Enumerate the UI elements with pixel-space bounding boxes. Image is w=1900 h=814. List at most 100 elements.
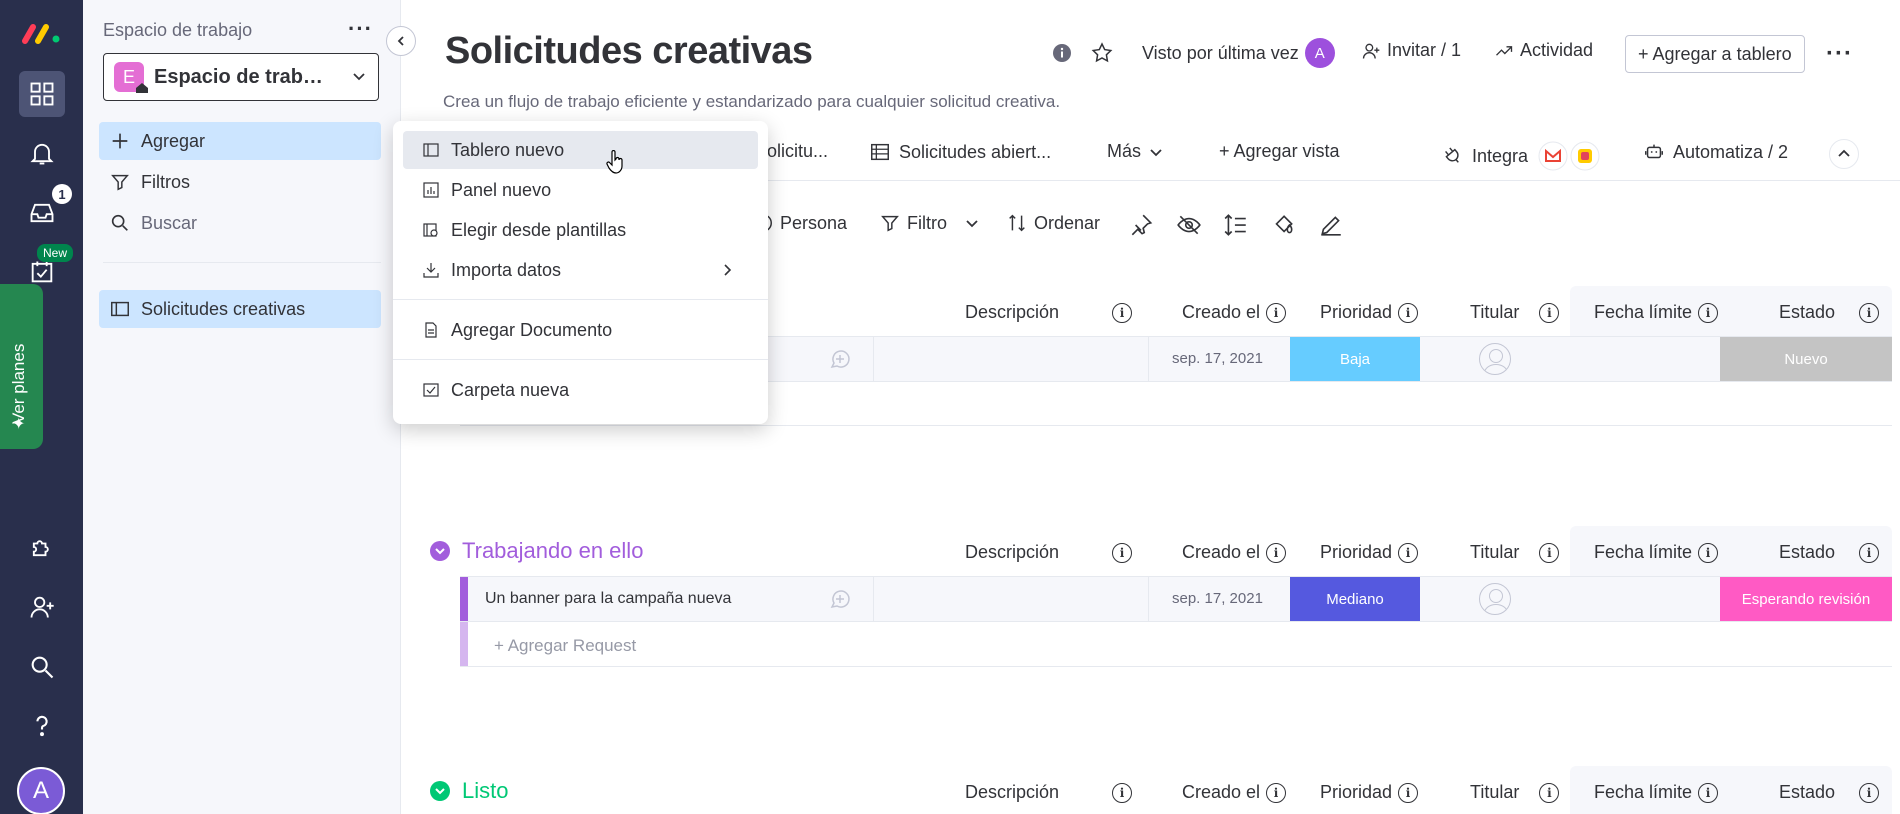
column-due[interactable]: Fecha límite i	[1594, 782, 1719, 803]
column-owner[interactable]: Titular i	[1470, 782, 1560, 803]
group-title-working[interactable]: Trabajando en ello	[430, 538, 643, 564]
import-icon	[423, 263, 439, 278]
column-created[interactable]: Creado el i	[1182, 302, 1287, 323]
filter-icon	[881, 215, 899, 232]
chevron-down-icon	[353, 73, 365, 81]
filter-button[interactable]: Filtro	[879, 212, 979, 234]
favorite-star-icon[interactable]	[1090, 41, 1114, 65]
help-icon[interactable]	[19, 703, 65, 749]
edit-pen-icon[interactable]	[1318, 212, 1344, 238]
filters-label: Filtros	[141, 171, 190, 192]
invite-members-icon[interactable]	[19, 584, 65, 630]
chevron-left-icon	[397, 36, 404, 46]
see-plans-tab[interactable]: Ver planes ✦	[0, 284, 43, 449]
sidebar-item-board[interactable]: Solicitudes creativas	[99, 290, 381, 328]
menu-item-templates[interactable]: Elegir desde plantillas	[403, 211, 758, 249]
activity-button[interactable]: Actividad	[1494, 40, 1593, 61]
status-label[interactable]: Nuevo	[1720, 337, 1892, 381]
column-created[interactable]: Creado el i	[1182, 542, 1287, 563]
collapse-group-icon[interactable]	[430, 541, 450, 561]
column-created[interactable]: Creado el i	[1182, 782, 1287, 803]
add-update-icon[interactable]	[828, 587, 852, 611]
add-to-board-button[interactable]: + Agregar a tablero	[1625, 35, 1805, 73]
column-description[interactable]: Descripción	[965, 542, 1059, 563]
menu-item-new-folder[interactable]: Carpeta nueva	[403, 371, 758, 409]
menu-item-new-board[interactable]: Tablero nuevo	[403, 131, 758, 169]
see-plans-label: Ver planes	[9, 343, 28, 424]
group-title-done[interactable]: Listo	[430, 778, 508, 804]
status-label[interactable]: Esperando revisión	[1720, 577, 1892, 621]
integrate-label: Integra	[1472, 145, 1529, 166]
notifications-bell-icon[interactable]	[19, 130, 65, 176]
pin-icon[interactable]	[1128, 212, 1154, 238]
description-info-icon[interactable]: i	[1112, 543, 1132, 563]
chevron-up-icon	[1838, 149, 1850, 157]
add-view-button[interactable]: + Agregar vista	[1219, 141, 1340, 162]
owner-avatar-placeholder[interactable]	[1479, 583, 1511, 615]
sort-button[interactable]: Ordenar	[1006, 212, 1100, 234]
search-icon	[111, 214, 128, 231]
board-title[interactable]: Solicitudes creativas	[445, 30, 813, 73]
column-priority[interactable]: Prioridad i	[1320, 782, 1419, 803]
apps-puzzle-icon[interactable]	[19, 524, 65, 570]
folder-icon	[423, 383, 439, 397]
group-title-label: Trabajando en ello	[462, 538, 644, 563]
column-status[interactable]: Estado i	[1779, 782, 1880, 803]
column-owner[interactable]: Titular i	[1470, 542, 1560, 563]
tab-view-1[interactable]: olicitu...	[767, 141, 828, 162]
workspace-more-icon[interactable]: ···	[348, 16, 373, 42]
column-status[interactable]: Estado i	[1779, 542, 1880, 563]
last-seen-button[interactable]: Visto por última vez A	[1142, 38, 1335, 68]
table-icon	[871, 143, 889, 161]
priority-label[interactable]: Baja	[1290, 337, 1420, 381]
menu-item-new-dashboard[interactable]: Panel nuevo	[403, 171, 758, 209]
hide-eye-icon[interactable]	[1176, 212, 1202, 238]
add-item-button[interactable]: + Agregar Request	[494, 636, 636, 656]
description-info-icon[interactable]: i	[1112, 783, 1132, 803]
collapse-sidebar-button[interactable]	[386, 26, 416, 56]
column-due[interactable]: Fecha límite i	[1594, 542, 1719, 563]
column-description[interactable]: Descripción	[965, 302, 1059, 323]
monday-logo-icon[interactable]	[21, 21, 63, 45]
board-more-icon[interactable]: ···	[1826, 40, 1853, 68]
menu-item-import-data[interactable]: Importa datos	[403, 251, 758, 289]
item-name[interactable]: Un banner para la campaña nueva	[485, 590, 731, 608]
collapse-header-button[interactable]	[1829, 139, 1859, 169]
search-field[interactable]: Buscar	[99, 204, 381, 242]
plug-icon	[1445, 147, 1459, 163]
integrate-button[interactable]: Integra	[1442, 141, 1600, 171]
workspace-selector[interactable]: E Espacio de trab…	[103, 53, 379, 101]
menu-item-add-document[interactable]: Agregar Documento	[403, 311, 758, 349]
column-status[interactable]: Estado i	[1779, 302, 1880, 323]
add-button[interactable]: Agregar	[99, 122, 381, 160]
collapse-group-icon[interactable]	[430, 781, 450, 801]
board-info-icon[interactable]	[1052, 43, 1072, 63]
color-fill-icon[interactable]	[1270, 212, 1296, 238]
workspaces-icon[interactable]	[19, 71, 65, 117]
row-height-icon[interactable]	[1223, 212, 1249, 238]
column-owner[interactable]: Titular i	[1470, 302, 1560, 323]
plus-icon	[112, 133, 128, 149]
more-views-dropdown[interactable]: Más	[1107, 141, 1163, 162]
user-avatar[interactable]: A	[17, 767, 65, 814]
search-icon[interactable]	[19, 644, 65, 690]
automate-button[interactable]: Automatiza / 2	[1643, 141, 1788, 163]
invite-button[interactable]: Invitar / 1	[1361, 40, 1461, 61]
description-info-icon[interactable]: i	[1112, 303, 1132, 323]
group-color-bar	[460, 622, 468, 666]
column-due[interactable]: Fecha límite i	[1594, 302, 1719, 323]
column-priority[interactable]: Prioridad i	[1320, 302, 1419, 323]
priority-label[interactable]: Mediano	[1290, 577, 1420, 621]
filters-button[interactable]: Filtros	[99, 163, 381, 201]
column-priority[interactable]: Prioridad i	[1320, 542, 1419, 563]
info-icon: i	[1698, 782, 1719, 803]
info-icon: i	[1539, 542, 1560, 563]
tab-open-requests[interactable]: Solicitudes abiert...	[869, 141, 1051, 163]
column-description[interactable]: Descripción	[965, 782, 1059, 803]
info-icon: i	[1398, 782, 1419, 803]
add-update-icon[interactable]	[828, 347, 852, 371]
owner-avatar-placeholder[interactable]	[1479, 343, 1511, 375]
board-description[interactable]: Crea un flujo de trabajo eficiente y est…	[443, 92, 1060, 112]
more-views-label: Más	[1107, 141, 1142, 161]
search-placeholder: Buscar	[141, 212, 198, 233]
